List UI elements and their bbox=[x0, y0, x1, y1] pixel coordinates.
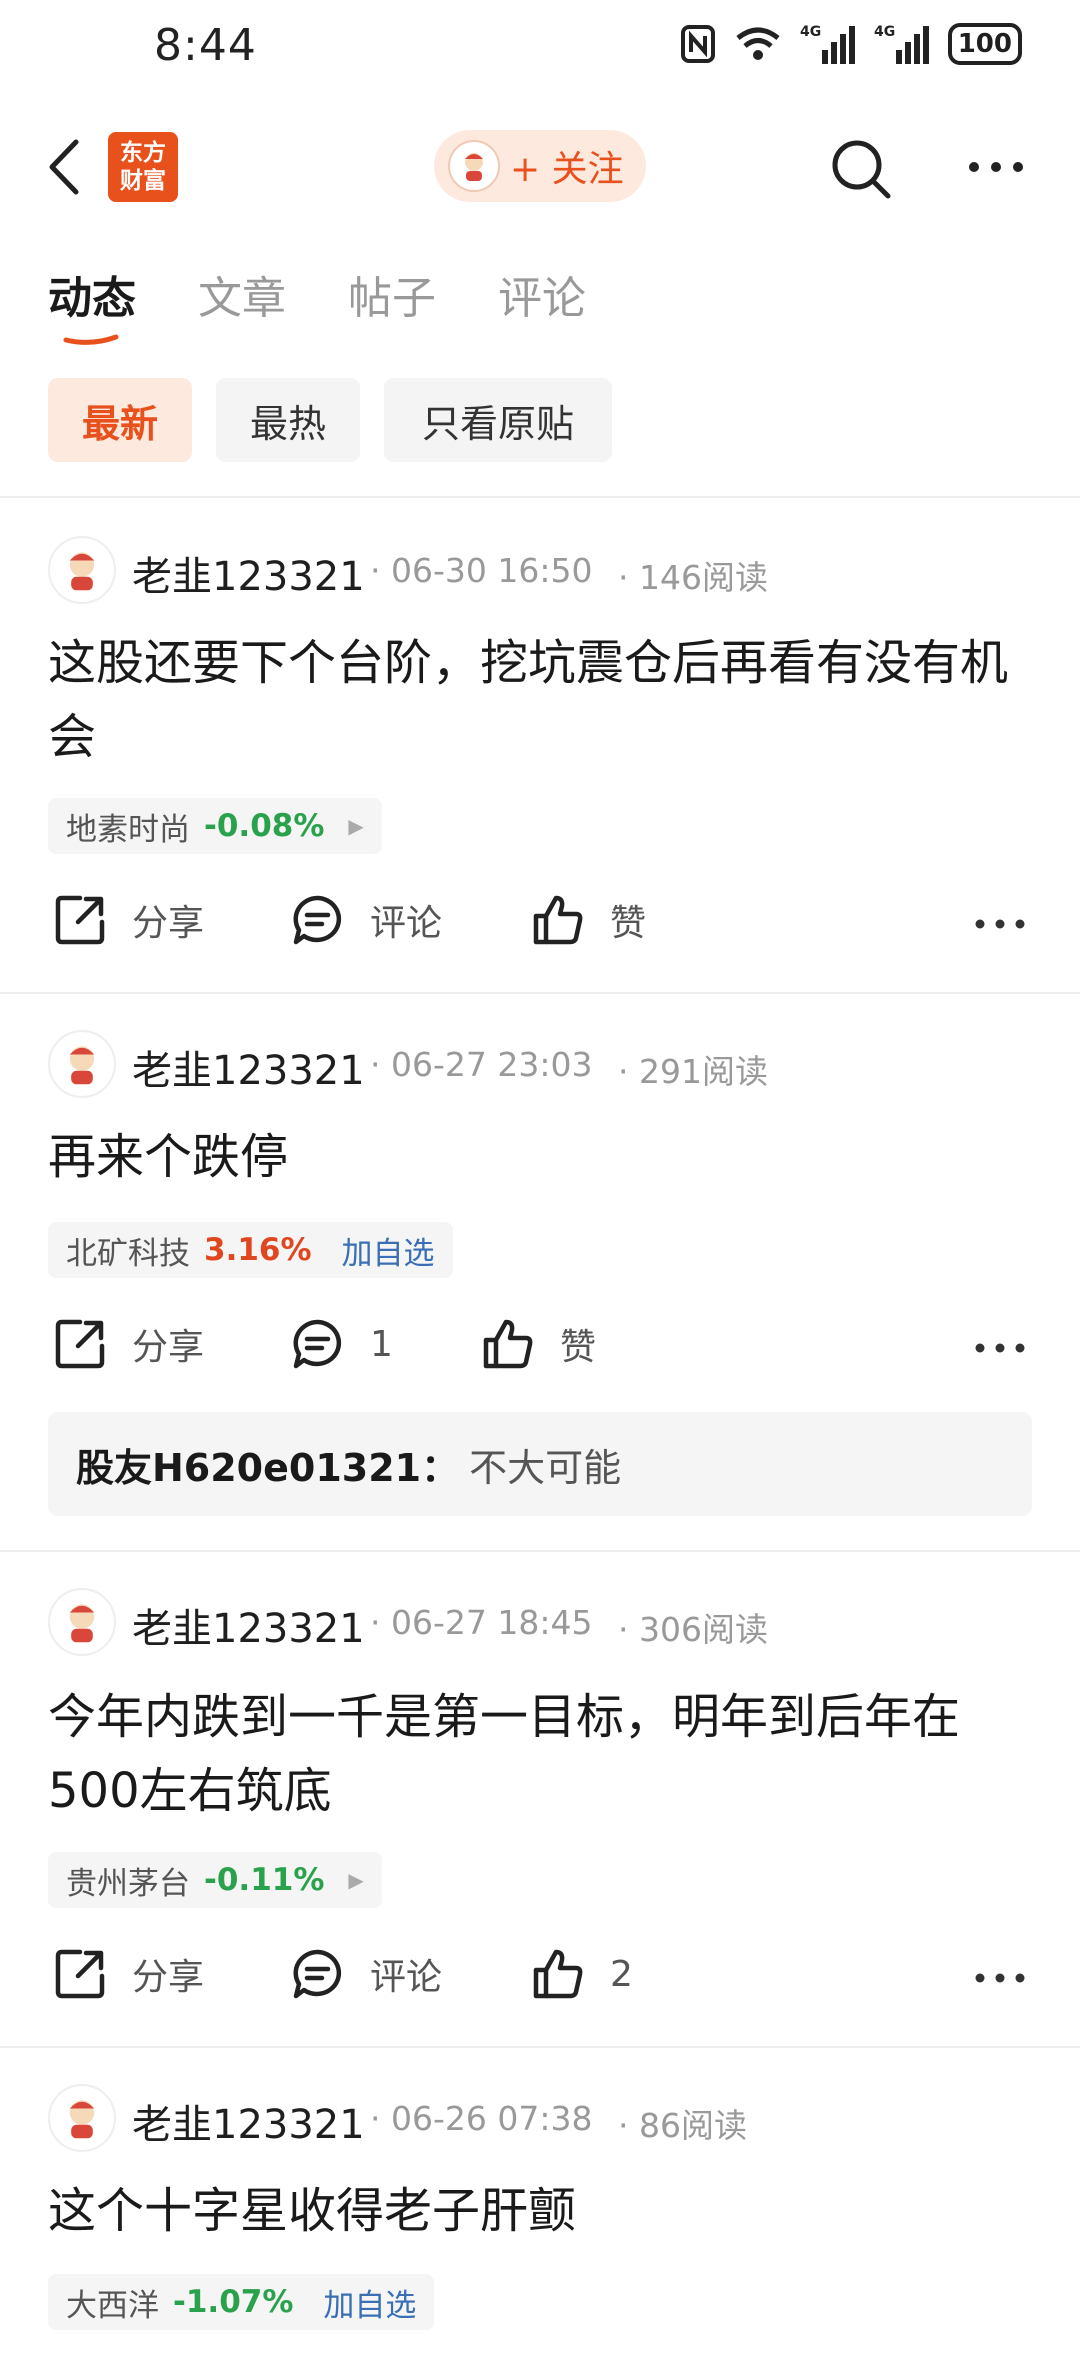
post-text[interactable]: 今年内跌到一千是第一目标，明年到后年在500左右筑底 bbox=[48, 1680, 1038, 1828]
author-name[interactable]: 老韭123321 bbox=[132, 2092, 365, 2150]
avatar[interactable] bbox=[48, 2084, 116, 2152]
share-button[interactable]: 分享 bbox=[52, 1946, 204, 2002]
share-label: 分享 bbox=[132, 1327, 205, 1368]
post-text[interactable]: 这股还要下个台阶，挖坑震仓后再看有没有机会 bbox=[48, 626, 1038, 774]
post-text[interactable]: 这个十字星收得老子肝颤 bbox=[48, 2174, 1038, 2248]
share-icon bbox=[55, 1319, 105, 1369]
divider bbox=[0, 2046, 1080, 2048]
reply-user[interactable]: 股友H620e01321： bbox=[76, 1437, 459, 1492]
reply-text: 不大可能 bbox=[469, 1445, 622, 1490]
share-button[interactable]: 分享 bbox=[52, 892, 204, 948]
filter-hot[interactable]: 最热 bbox=[216, 378, 360, 462]
comment-button[interactable]: 评论 bbox=[290, 892, 442, 948]
arrow-right-icon: ▶ bbox=[348, 814, 364, 838]
comment-button[interactable]: 评论 bbox=[290, 1946, 442, 2002]
avatar[interactable] bbox=[48, 536, 116, 604]
signal-icon-2: 4G bbox=[874, 24, 929, 64]
author-name[interactable]: 老韭123321 bbox=[132, 1596, 365, 1654]
back-arrow-icon[interactable] bbox=[40, 132, 92, 202]
comment-icon bbox=[293, 895, 342, 945]
add-to-watchlist-button[interactable]: 加自选 bbox=[342, 1228, 435, 1273]
like-button[interactable]: 2 bbox=[530, 1946, 633, 2002]
brand-line2: 财富 bbox=[120, 168, 166, 194]
stock-name: 地素时尚 bbox=[66, 811, 190, 848]
avatar[interactable] bbox=[48, 1588, 116, 1656]
share-label: 分享 bbox=[132, 1957, 205, 1998]
share-icon bbox=[55, 1949, 105, 1999]
svg-text:4G: 4G bbox=[800, 24, 821, 40]
svg-text:4G: 4G bbox=[874, 24, 895, 40]
tab-active-indicator bbox=[63, 334, 119, 345]
status-time: 8:44 bbox=[154, 20, 257, 71]
tab-articles[interactable]: 文章 bbox=[198, 262, 286, 326]
post-time: · 06-27 23:03 bbox=[370, 1045, 593, 1084]
like-count: 2 bbox=[610, 1953, 633, 1995]
post-text[interactable]: 再来个跌停 bbox=[48, 1120, 1038, 1194]
tab-posts[interactable]: 帖子 bbox=[348, 262, 436, 326]
like-label: 赞 bbox=[610, 903, 647, 944]
comment-button[interactable]: 1 bbox=[290, 1316, 393, 1372]
author-name[interactable]: 老韭123321 bbox=[132, 1038, 365, 1096]
follow-button[interactable]: + 关注 bbox=[434, 130, 646, 202]
reply-preview[interactable]: 股友H620e01321： 不大可能 bbox=[48, 1412, 1032, 1516]
like-icon bbox=[533, 895, 583, 945]
comment-icon bbox=[293, 1319, 342, 1369]
stock-change: -0.08% bbox=[204, 808, 325, 844]
nfc-icon bbox=[680, 25, 715, 63]
post-time: · 06-30 16:50 bbox=[370, 551, 593, 590]
tab-dynamic[interactable]: 动态 bbox=[48, 262, 136, 326]
stock-tag[interactable]: 大西洋 -1.07% 加自选 bbox=[48, 2274, 435, 2330]
arrow-right-icon: ▶ bbox=[348, 1868, 364, 1892]
author-name[interactable]: 老韭123321 bbox=[132, 544, 365, 602]
stock-name: 贵州茅台 bbox=[66, 1865, 190, 1902]
avatar[interactable] bbox=[48, 1030, 116, 1098]
comment-label: 评论 bbox=[370, 903, 443, 944]
battery-icon: 100 bbox=[947, 23, 1022, 65]
like-icon bbox=[533, 1949, 583, 1999]
search-icon[interactable] bbox=[828, 136, 894, 202]
share-label: 分享 bbox=[132, 903, 205, 944]
like-button[interactable]: 赞 bbox=[480, 1316, 596, 1372]
stock-change: -0.11% bbox=[204, 1862, 325, 1898]
more-dots-icon[interactable] bbox=[974, 1970, 1026, 1986]
post-time: · 06-27 18:45 bbox=[370, 1603, 593, 1642]
divider bbox=[0, 992, 1080, 994]
post-time: · 06-26 07:38 bbox=[370, 2099, 593, 2138]
tab-comments[interactable]: 评论 bbox=[498, 262, 586, 326]
read-count: · 86阅读 bbox=[618, 2106, 747, 2145]
stock-name: 大西洋 bbox=[66, 2287, 159, 2324]
share-icon bbox=[55, 895, 105, 945]
more-dots-icon[interactable] bbox=[974, 916, 1026, 932]
avatar-icon bbox=[448, 140, 500, 192]
stock-tag[interactable]: 贵州茅台 -0.11% ▶ bbox=[48, 1852, 382, 1908]
brand-line1: 东方 bbox=[120, 140, 166, 166]
comment-icon bbox=[293, 1949, 342, 1999]
comment-count: 1 bbox=[370, 1323, 393, 1365]
add-to-watchlist-button[interactable]: 加自选 bbox=[323, 2280, 416, 2325]
like-label: 赞 bbox=[560, 1327, 597, 1368]
stock-change: 3.16% bbox=[204, 1232, 312, 1268]
divider bbox=[0, 496, 1080, 498]
read-count: · 146阅读 bbox=[618, 558, 768, 597]
share-button[interactable]: 分享 bbox=[52, 1316, 204, 1372]
signal-icon: 4G bbox=[800, 24, 855, 64]
comment-label: 评论 bbox=[370, 1957, 443, 1998]
divider bbox=[0, 1550, 1080, 1552]
status-icons: 4G 4G 100 bbox=[680, 22, 1022, 66]
more-dots-icon[interactable] bbox=[974, 1340, 1026, 1356]
brand-logo[interactable]: 东方 财富 bbox=[108, 132, 178, 202]
stock-change: -1.07% bbox=[173, 2284, 294, 2320]
like-icon bbox=[483, 1319, 533, 1369]
stock-tag[interactable]: 地素时尚 -0.08% ▶ bbox=[48, 798, 382, 854]
follow-label: + 关注 bbox=[510, 149, 624, 190]
filter-latest[interactable]: 最新 bbox=[48, 378, 192, 462]
wifi-icon bbox=[736, 27, 780, 60]
stock-tag[interactable]: 北矿科技 3.16% 加自选 bbox=[48, 1222, 453, 1278]
like-button[interactable]: 赞 bbox=[530, 892, 646, 948]
read-count: · 306阅读 bbox=[618, 1610, 768, 1649]
stock-name: 北矿科技 bbox=[66, 1235, 190, 1272]
read-count: · 291阅读 bbox=[618, 1052, 768, 1091]
filter-original-only[interactable]: 只看原贴 bbox=[384, 378, 612, 462]
more-icon[interactable] bbox=[966, 155, 1026, 179]
